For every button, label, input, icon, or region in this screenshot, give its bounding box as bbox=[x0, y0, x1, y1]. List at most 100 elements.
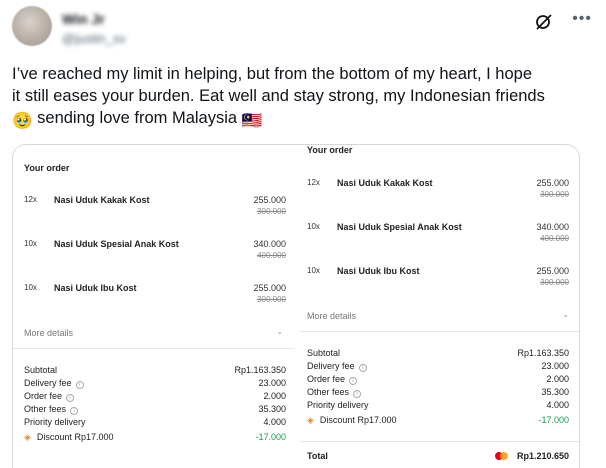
summary-row: Order fee i 2.000 bbox=[24, 391, 286, 404]
receipt-image-left[interactable]: Your order 12x Nasi Uduk Kakak Kost 255.… bbox=[13, 145, 295, 468]
summary-row: Other fees i 35.300 bbox=[307, 387, 569, 400]
order-item: 12x Nasi Uduk Kakak Kost 255.000 300.000 bbox=[307, 178, 569, 204]
item-price: 255.000 bbox=[536, 178, 569, 188]
order-item: 10x Nasi Uduk Spesial Anak Kost 340.000 … bbox=[307, 222, 569, 248]
info-icon[interactable]: i bbox=[349, 377, 358, 385]
item-old-price: 400.000 bbox=[540, 234, 569, 243]
item-price: 255.000 bbox=[253, 283, 286, 293]
avatar[interactable] bbox=[12, 6, 52, 46]
item-qty: 10x bbox=[24, 239, 37, 248]
item-name: Nasi Uduk Spesial Anak Kost bbox=[337, 222, 462, 232]
total-value: Rp1.210.650 bbox=[516, 451, 569, 461]
summary-label: Subtotal bbox=[24, 365, 58, 375]
tweet-text-line: it still eases your burden. Eat well and… bbox=[12, 87, 545, 105]
item-price: 340.000 bbox=[253, 239, 286, 249]
summary-value: Rp1.163.350 bbox=[517, 348, 569, 358]
item-name: Nasi Uduk Spesial Anak Kost bbox=[54, 239, 179, 249]
summary-label: Priority delivery bbox=[307, 400, 369, 410]
summary-label: Order fee bbox=[24, 391, 63, 401]
summary-label: Priority delivery bbox=[24, 417, 86, 427]
summary-value: 23.000 bbox=[258, 378, 286, 388]
receipt-image-right[interactable]: Your order 12x Nasi Uduk Kakak Kost 255.… bbox=[299, 145, 579, 468]
summary-label: Other fees bbox=[24, 404, 67, 414]
divider bbox=[299, 331, 579, 332]
item-price: 255.000 bbox=[253, 195, 286, 205]
summary-row: Other fees i 35.300 bbox=[24, 404, 286, 417]
item-qty: 12x bbox=[24, 195, 37, 204]
more-details-link[interactable]: More details bbox=[24, 328, 73, 338]
summary-label: Delivery fee bbox=[307, 361, 355, 371]
info-icon[interactable]: i bbox=[353, 390, 362, 398]
summary-row: Subtotal Rp1.163.350 bbox=[24, 365, 286, 378]
malaysia-flag-emoji: 🇲🇾 bbox=[241, 112, 263, 130]
summary-label: Delivery fee bbox=[24, 378, 72, 388]
tweet-text: I’ve reached my limit in helping, but fr… bbox=[12, 63, 592, 132]
grok-icon[interactable] bbox=[534, 12, 554, 32]
summary-row: Subtotal Rp1.163.350 bbox=[307, 348, 569, 361]
item-qty: 10x bbox=[307, 222, 320, 231]
summary-label: Discount Rp17.000 bbox=[36, 432, 114, 442]
item-name: Nasi Uduk Ibu Kost bbox=[337, 266, 420, 276]
chevron-down-icon[interactable]: ⌄ bbox=[276, 327, 283, 336]
summary-value: 35.300 bbox=[541, 387, 569, 397]
author-name[interactable]: Win Jr bbox=[62, 11, 105, 27]
tweet-media[interactable]: Your order 12x Nasi Uduk Kakak Kost 255.… bbox=[12, 144, 580, 468]
order-item: 10x Nasi Uduk Ibu Kost 255.000 300.000 bbox=[24, 283, 286, 309]
order-item: 10x Nasi Uduk Spesial Anak Kost 340.000 … bbox=[24, 239, 286, 265]
order-title: Your order bbox=[24, 163, 70, 173]
total-row: Total Rp1.210.650 bbox=[307, 451, 569, 465]
info-icon[interactable]: i bbox=[66, 394, 75, 402]
more-details-link[interactable]: More details bbox=[307, 311, 356, 321]
summary-row: Priority delivery 4.000 bbox=[307, 400, 569, 413]
summary-row-discount: ◈ Discount Rp17.000 -17.000 bbox=[307, 415, 569, 428]
total-label: Total bbox=[307, 451, 328, 461]
item-old-price: 300.000 bbox=[540, 190, 569, 199]
pleading-face-emoji: 🥹 bbox=[12, 112, 33, 130]
summary-row: Order fee i 2.000 bbox=[307, 374, 569, 387]
info-icon[interactable]: i bbox=[75, 381, 84, 389]
item-price: 255.000 bbox=[536, 266, 569, 276]
tweet-text-line: 🥹 sending love from Malaysia 🇲🇾 bbox=[12, 107, 592, 132]
item-qty: 10x bbox=[24, 283, 37, 292]
summary-value: 35.300 bbox=[258, 404, 286, 414]
item-qty: 12x bbox=[307, 178, 320, 187]
summary-label: Other fees bbox=[307, 387, 350, 397]
discount-tag-icon: ◈ bbox=[307, 415, 314, 425]
item-qty: 10x bbox=[307, 266, 320, 275]
summary-value: 2.000 bbox=[263, 391, 286, 401]
summary-value: 4.000 bbox=[263, 417, 286, 427]
info-icon[interactable]: i bbox=[70, 407, 79, 415]
item-name: Nasi Uduk Kakak Kost bbox=[337, 178, 433, 188]
info-icon[interactable]: i bbox=[358, 364, 367, 372]
summary-value: -17.000 bbox=[538, 415, 569, 425]
summary-row: Delivery fee i 23.000 bbox=[307, 361, 569, 374]
tweet-header: Win Jr @justin_sv ••• bbox=[12, 4, 594, 52]
item-old-price: 300.000 bbox=[540, 278, 569, 287]
item-name: Nasi Uduk Kakak Kost bbox=[54, 195, 150, 205]
summary-row: Priority delivery 4.000 bbox=[24, 417, 286, 430]
author-handle[interactable]: @justin_sv bbox=[62, 31, 126, 46]
tweet-text-fragment: sending love from Malaysia bbox=[37, 109, 238, 127]
divider bbox=[13, 348, 295, 349]
discount-tag-icon: ◈ bbox=[24, 432, 31, 442]
summary-value: 4.000 bbox=[546, 400, 569, 410]
summary-row-discount: ◈ Discount Rp17.000 -17.000 bbox=[24, 432, 286, 445]
mastercard-icon bbox=[495, 452, 509, 460]
divider bbox=[299, 441, 579, 442]
chevron-down-icon[interactable]: ⌄ bbox=[562, 310, 569, 319]
item-old-price: 300.000 bbox=[257, 207, 286, 216]
item-old-price: 400.000 bbox=[257, 251, 286, 260]
summary-label: Order fee bbox=[307, 374, 346, 384]
summary-row: Delivery fee i 23.000 bbox=[24, 378, 286, 391]
order-item: 10x Nasi Uduk Ibu Kost 255.000 300.000 bbox=[307, 266, 569, 292]
summary-value: -17.000 bbox=[255, 432, 286, 442]
summary-label: Discount Rp17.000 bbox=[319, 415, 397, 425]
summary-value: 2.000 bbox=[546, 374, 569, 384]
summary-value: Rp1.163.350 bbox=[234, 365, 286, 375]
order-title: Your order bbox=[307, 145, 353, 155]
summary-label: Subtotal bbox=[307, 348, 341, 358]
item-price: 340.000 bbox=[536, 222, 569, 232]
tweet-text-line: I’ve reached my limit in helping, but fr… bbox=[12, 65, 532, 83]
more-options-icon[interactable]: ••• bbox=[572, 10, 592, 28]
item-name: Nasi Uduk Ibu Kost bbox=[54, 283, 137, 293]
